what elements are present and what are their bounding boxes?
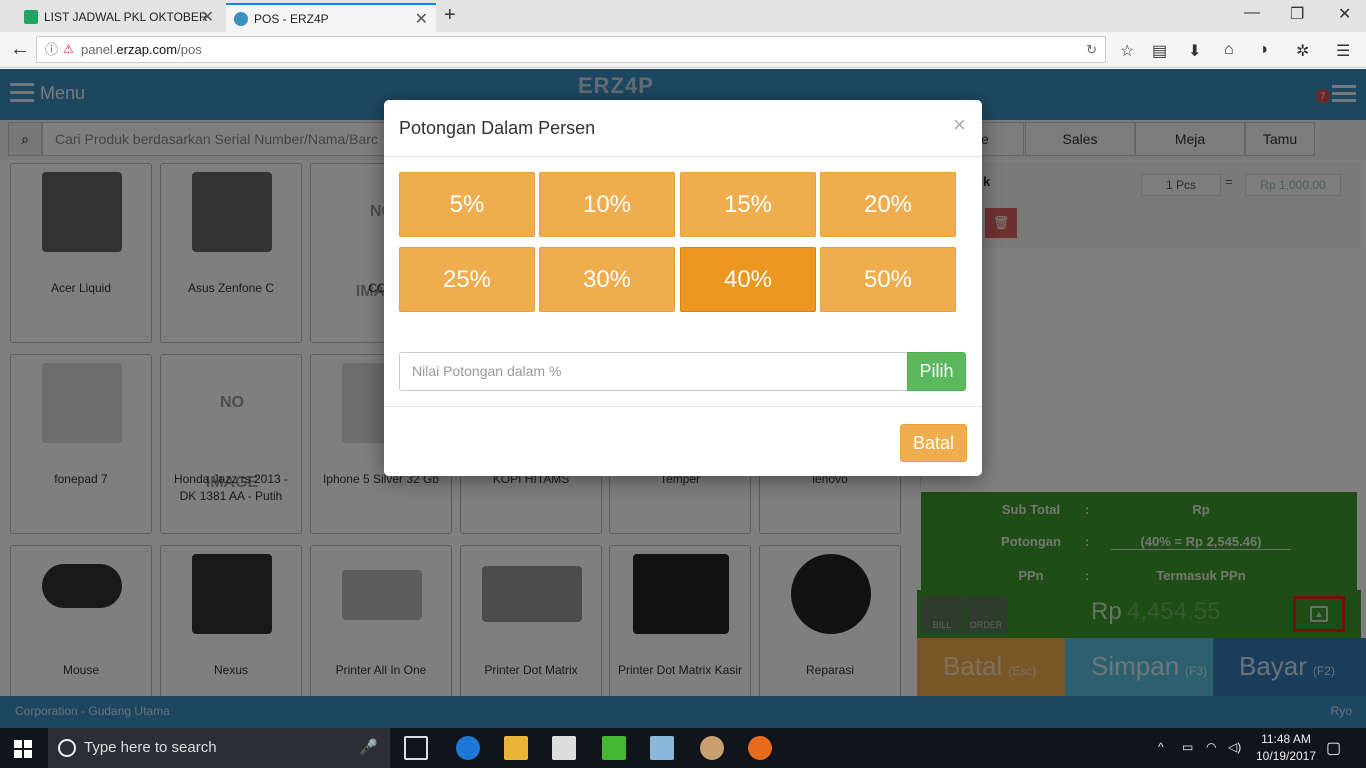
- pilih-button[interactable]: Pilih: [907, 352, 966, 391]
- cortana-icon: [58, 739, 76, 757]
- percent-10-button[interactable]: 10%: [539, 172, 675, 237]
- info-icon[interactable]: ⓘ: [45, 37, 58, 62]
- browser-tabbar: LIST JADWAL PKL OKTOBER ✕ POS - ERZ4P ✕ …: [0, 0, 1366, 32]
- hamburger-menu-icon[interactable]: ☰: [1336, 41, 1350, 61]
- microphone-icon[interactable]: 🎤: [359, 728, 378, 768]
- camtasia-icon[interactable]: [602, 736, 626, 760]
- windows-start-icon[interactable]: [14, 740, 32, 758]
- notepad-icon[interactable]: [650, 736, 674, 760]
- discount-modal: Potongan Dalam Persen × 5% 10% 15% 20% 2…: [384, 100, 982, 476]
- percent-30-button[interactable]: 30%: [539, 247, 675, 312]
- task-view-icon[interactable]: [404, 736, 428, 760]
- firefox-icon[interactable]: [748, 736, 772, 760]
- back-icon[interactable]: ←: [10, 38, 30, 61]
- pocket-icon[interactable]: ◗: [1260, 41, 1270, 59]
- close-icon[interactable]: ✕: [201, 3, 214, 32]
- store-icon[interactable]: [552, 736, 576, 760]
- insecure-icon: ⚠: [63, 42, 74, 56]
- tray-chevron-icon[interactable]: ^: [1158, 740, 1164, 754]
- minimize-icon[interactable]: —: [1244, 4, 1260, 22]
- home-icon[interactable]: ⌂: [1224, 41, 1234, 59]
- wifi-icon[interactable]: ◠: [1206, 740, 1216, 754]
- url-prefix: panel.: [81, 42, 117, 57]
- download-icon[interactable]: ⬇: [1188, 41, 1201, 61]
- action-center-icon[interactable]: ▢: [1326, 738, 1341, 758]
- modal-batal-button[interactable]: Batal: [900, 424, 967, 462]
- browser-tab-sheets[interactable]: LIST JADWAL PKL OKTOBER ✕: [16, 3, 222, 32]
- url-path: /pos: [177, 42, 202, 57]
- modal-title: Potongan Dalam Persen: [399, 118, 596, 138]
- modal-footer: Batal: [384, 406, 982, 476]
- percent-50-button[interactable]: 50%: [820, 247, 956, 312]
- tab-label: LIST JADWAL PKL OKTOBER: [44, 10, 208, 24]
- clock-time[interactable]: 11:48 AM: [1256, 732, 1316, 746]
- address-bar[interactable]: ⓘ ⚠ panel.erzap.com/pos ↻: [36, 36, 1106, 63]
- erzap-favicon-icon: [234, 12, 248, 26]
- percent-25-button[interactable]: 25%: [399, 247, 535, 312]
- close-icon[interactable]: ×: [953, 112, 966, 138]
- percent-5-button[interactable]: 5%: [399, 172, 535, 237]
- clock-date[interactable]: 10/19/2017: [1252, 749, 1320, 763]
- browser-toolbar: ← ⓘ ⚠ panel.erzap.com/pos ↻ ☆ ▤ ⬇ ⌂ ◗ ✲ …: [0, 32, 1366, 68]
- discount-percent-input[interactable]: Nilai Potongan dalam %: [399, 352, 908, 391]
- file-explorer-icon[interactable]: [504, 736, 528, 760]
- percent-20-button[interactable]: 20%: [820, 172, 956, 237]
- battery-icon[interactable]: ▭: [1182, 740, 1193, 754]
- percent-40-button[interactable]: 40%: [680, 247, 816, 312]
- percent-15-button[interactable]: 15%: [680, 172, 816, 237]
- modal-header: Potongan Dalam Persen ×: [384, 100, 982, 157]
- tab-label: POS - ERZ4P: [254, 12, 329, 26]
- paint-icon[interactable]: [700, 736, 724, 760]
- window-close-icon[interactable]: ✕: [1338, 4, 1351, 24]
- taskbar-search[interactable]: Type here to search 🎤: [48, 728, 390, 768]
- url-domain: erzap.com: [116, 42, 178, 57]
- edge-icon[interactable]: [456, 736, 480, 760]
- reload-icon[interactable]: ↻: [1086, 37, 1097, 62]
- reader-list-icon[interactable]: ▤: [1152, 41, 1167, 61]
- bookmark-star-icon[interactable]: ☆: [1120, 41, 1134, 61]
- volume-icon[interactable]: ◁): [1228, 740, 1241, 754]
- taskbar-search-placeholder: Type here to search: [84, 739, 217, 756]
- windows-taskbar: Type here to search 🎤 ^ ▭ ◠ ◁) 11:48 AM …: [0, 728, 1366, 768]
- new-tab-icon[interactable]: +: [444, 4, 456, 27]
- extension-icon[interactable]: ✲: [1296, 41, 1309, 61]
- close-icon[interactable]: ✕: [415, 5, 428, 32]
- restore-icon[interactable]: ❐: [1290, 4, 1304, 24]
- sheets-icon: [24, 10, 38, 24]
- browser-tab-pos[interactable]: POS - ERZ4P ✕: [226, 3, 436, 32]
